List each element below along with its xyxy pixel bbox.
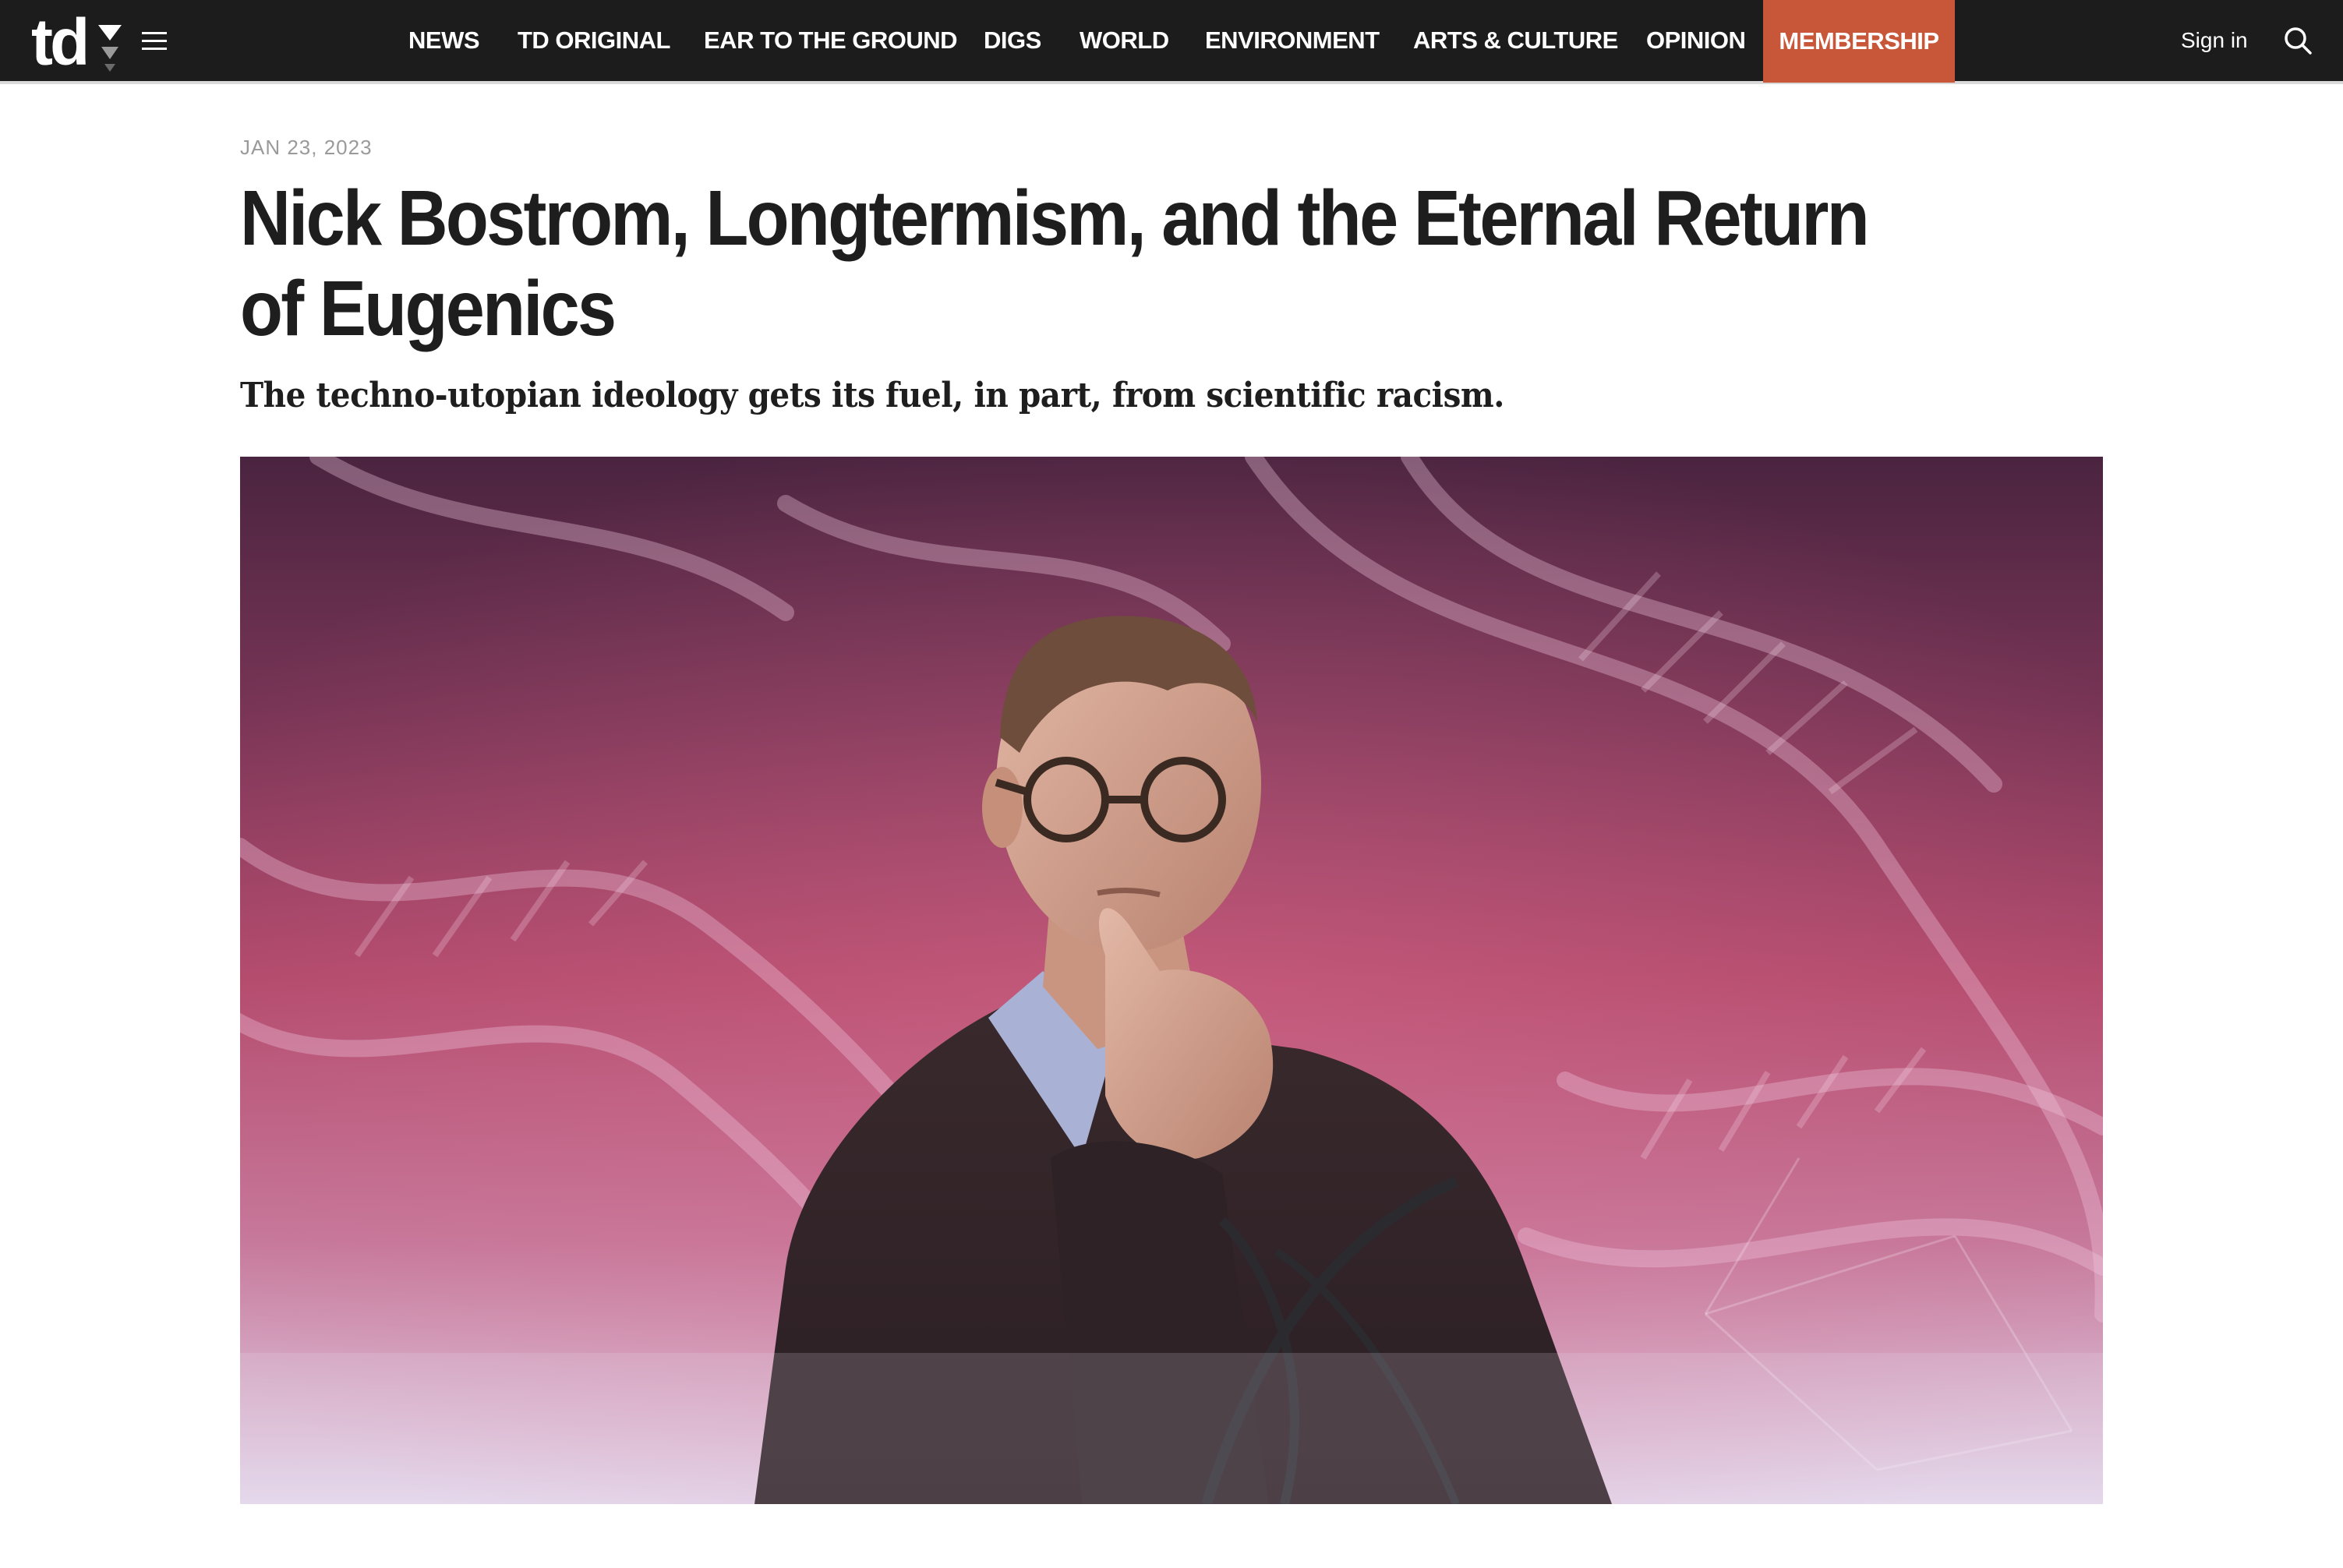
- nav-item-arts-culture[interactable]: ARTS & CULTURE: [1413, 0, 1618, 81]
- sign-in-link[interactable]: Sign in: [2181, 0, 2248, 81]
- nav-item-opinion[interactable]: OPINION: [1646, 0, 1746, 81]
- search-icon[interactable]: [2282, 25, 2313, 56]
- main-nav: NEWS TD ORIGINAL EAR TO THE GROUND DIGS …: [0, 0, 2343, 83]
- nav-item-news[interactable]: NEWS: [408, 0, 480, 81]
- nav-item-digs[interactable]: DIGS: [984, 0, 1041, 81]
- article-date: JAN 23, 2023: [240, 136, 373, 159]
- portrait-over-dna-helix-background: [240, 457, 2103, 1504]
- site-header: td NEWS TD ORIGINAL EAR TO THE GROUND DI…: [0, 0, 2343, 84]
- article-headline: Nick Bostrom, Longtermism, and the Etern…: [240, 175, 1870, 352]
- article-dek: The techno-utopian ideology gets its fue…: [240, 376, 1504, 415]
- nav-item-td-original[interactable]: TD ORIGINAL: [518, 0, 671, 81]
- hero-image: [240, 457, 2103, 1504]
- nav-item-environment[interactable]: ENVIRONMENT: [1205, 0, 1380, 81]
- nav-item-world[interactable]: WORLD: [1080, 0, 1169, 81]
- nav-item-ear-to-the-ground[interactable]: EAR TO THE GROUND: [704, 0, 958, 81]
- nav-item-membership[interactable]: MEMBERSHIP: [1763, 0, 1955, 83]
